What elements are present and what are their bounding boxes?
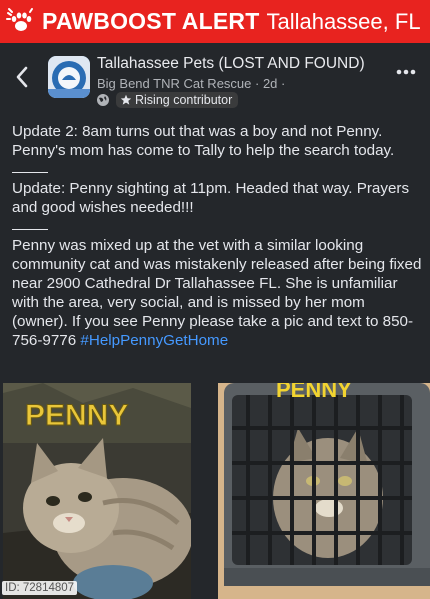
photo1-caption: PENNY (25, 399, 128, 432)
group-avatar[interactable] (48, 56, 90, 98)
photo-penny-carrier[interactable]: PENNY (218, 383, 430, 599)
post-body: Update 2: 8am turns out that was a boy a… (12, 122, 422, 350)
post-update-1: Update: Penny sighting at 11pm. Headed t… (12, 180, 410, 216)
photo2-caption: PENNY (276, 383, 352, 402)
pawboost-alert-banner: PAWBOOST ALERT Tallahassee, FL (0, 0, 430, 43)
banner-brand: PAWBOOST ALERT (42, 8, 260, 34)
group-name[interactable]: Tallahassee Pets (LOST AND FOUND) (97, 55, 365, 73)
badge-label: Rising contributor (135, 93, 233, 107)
author-name[interactable]: Big Bend TNR Cat Rescue (97, 76, 251, 91)
cat-photo-outdoor: PENNY (3, 383, 191, 599)
post-header: Tallahassee Pets (LOST AND FOUND) Big Be… (0, 43, 430, 116)
post-meta: Big Bend TNR Cat Rescue · 2d · (97, 76, 285, 91)
image-id-watermark: ID: 72814807 (2, 581, 78, 595)
star-icon (120, 94, 132, 105)
post-update-2: Update 2: 8am turns out that was a boy a… (12, 123, 395, 159)
back-arrow-icon[interactable] (12, 63, 32, 91)
post-time: · 2d · (255, 76, 286, 91)
rising-contributor-badge[interactable]: Rising contributor (116, 92, 239, 108)
hashtag-link[interactable]: #HelpPennyGetHome (80, 332, 228, 349)
post-photos: PENNY PENNY (0, 383, 430, 599)
more-options-icon[interactable] (396, 69, 416, 75)
paw-alert-icon (6, 7, 33, 31)
cat-photo-carrier: PENNY (218, 383, 430, 599)
divider (12, 229, 48, 230)
divider (12, 172, 48, 173)
banner-city: Tallahassee, FL (266, 8, 421, 34)
globe-icon (97, 94, 109, 106)
post-main-text: Penny was mixed up at the vet with a sim… (12, 236, 422, 350)
photo-penny-outdoor[interactable]: PENNY (3, 383, 191, 599)
group-avatar-image (48, 56, 90, 98)
badge-line: Rising contributor (96, 92, 239, 108)
